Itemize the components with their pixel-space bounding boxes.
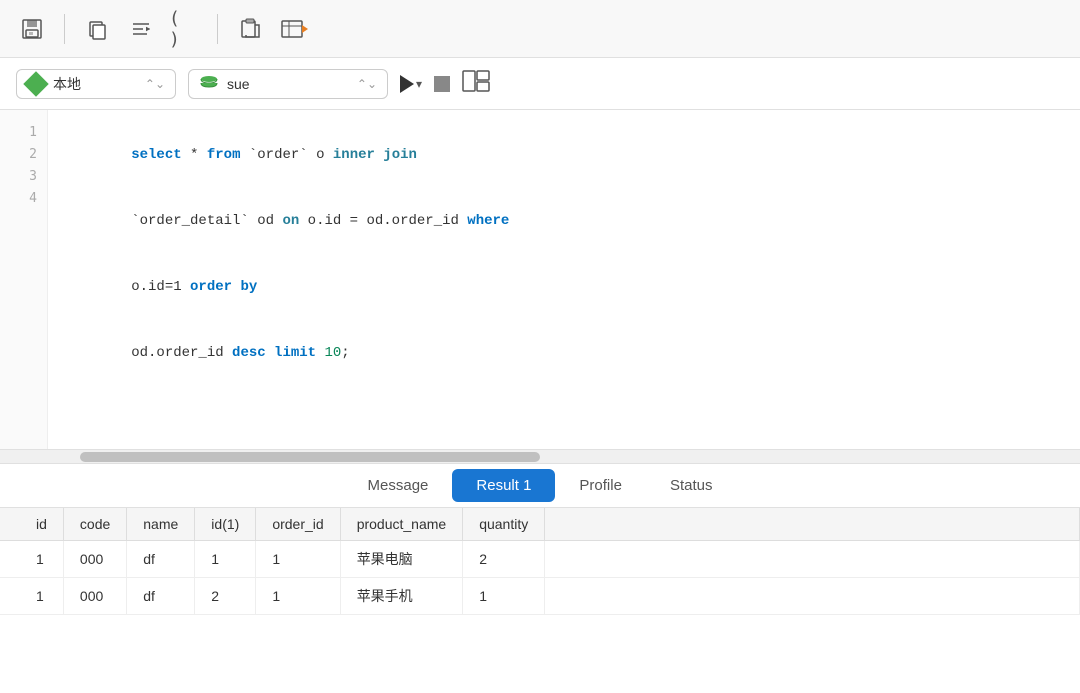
col-header-order-id: order_id bbox=[256, 508, 340, 541]
tab-message[interactable]: Message bbox=[344, 469, 453, 502]
cell-name: df bbox=[127, 541, 195, 578]
cell-order-id: 1 bbox=[256, 578, 340, 615]
col-header-name: name bbox=[127, 508, 195, 541]
results-table: id code name id(1) order_id product_name… bbox=[0, 508, 1080, 615]
copy-sql-icon[interactable] bbox=[81, 13, 113, 45]
cell-code: 000 bbox=[63, 541, 126, 578]
tab-status[interactable]: Status bbox=[646, 469, 737, 502]
paste-icon[interactable] bbox=[234, 13, 266, 45]
table-header-row: id code name id(1) order_id product_name… bbox=[0, 508, 1080, 541]
cell-order-id: 1 bbox=[256, 541, 340, 578]
editor-area: 1 2 3 4 select * from `order` o inner jo… bbox=[0, 110, 1080, 463]
sql-editor[interactable]: select * from `order` o inner join `orde… bbox=[48, 110, 1080, 449]
cell-name: df bbox=[127, 578, 195, 615]
cell-quantity: 1 bbox=[463, 578, 545, 615]
code-line-1: select * from `order` o inner join bbox=[64, 122, 1064, 188]
db-arrow-icon: ⌃⌄ bbox=[357, 77, 377, 91]
col-header-extra bbox=[545, 508, 1080, 541]
grid-execute-icon[interactable] bbox=[278, 13, 310, 45]
data-table-wrap: id code name id(1) order_id product_name… bbox=[0, 508, 1080, 693]
table-row: 1 000 df 1 1 苹果电脑 2 bbox=[0, 541, 1080, 578]
col-header-quantity: quantity bbox=[463, 508, 545, 541]
results-tabs: Message Result 1 Profile Status bbox=[0, 464, 1080, 508]
line-number-2: 2 bbox=[29, 144, 37, 166]
format-icon[interactable] bbox=[125, 13, 157, 45]
toolbar: ( ) bbox=[0, 0, 1080, 58]
tab-result1[interactable]: Result 1 bbox=[452, 469, 555, 502]
line-number-4: 4 bbox=[29, 188, 37, 210]
cell-id1: 1 bbox=[195, 541, 256, 578]
local-label: 本地 bbox=[53, 74, 137, 94]
cell-id: 1 bbox=[0, 541, 63, 578]
editor-scrollbar[interactable] bbox=[0, 449, 1080, 463]
table-row: 1 000 df 2 1 苹果手机 1 bbox=[0, 578, 1080, 615]
code-line-3: o.id=1 order by bbox=[64, 254, 1064, 320]
cell-extra bbox=[545, 578, 1080, 615]
results-panel: Message Result 1 Profile Status id code … bbox=[0, 463, 1080, 693]
cell-id: 1 bbox=[0, 578, 63, 615]
code-line-2: `order_detail` od on o.id = od.order_id … bbox=[64, 188, 1064, 254]
cell-extra bbox=[545, 541, 1080, 578]
run-button[interactable]: ▾ bbox=[400, 75, 422, 93]
cell-quantity: 2 bbox=[463, 541, 545, 578]
line-number-1: 1 bbox=[29, 122, 37, 144]
line-number-3: 3 bbox=[29, 166, 37, 188]
local-arrow-icon: ⌃⌄ bbox=[145, 77, 165, 91]
code-line-4: od.order_id desc limit 10; bbox=[64, 320, 1064, 386]
col-header-id: id bbox=[0, 508, 63, 541]
col-header-id1: id(1) bbox=[195, 508, 256, 541]
split-view-button[interactable] bbox=[462, 70, 490, 98]
parentheses-icon[interactable]: ( ) bbox=[169, 13, 201, 45]
stop-button[interactable] bbox=[434, 76, 450, 92]
run-dropdown-icon: ▾ bbox=[416, 77, 422, 91]
local-connection-select[interactable]: 本地 ⌃⌄ bbox=[16, 69, 176, 99]
save-icon[interactable] bbox=[16, 13, 48, 45]
tab-profile[interactable]: Profile bbox=[555, 469, 646, 502]
cell-id1: 2 bbox=[195, 578, 256, 615]
cell-code: 000 bbox=[63, 578, 126, 615]
db-label: sue bbox=[227, 76, 349, 92]
cell-product-name: 苹果手机 bbox=[340, 578, 463, 615]
connection-bar: 本地 ⌃⌄ sue ⌃⌄ ▾ bbox=[0, 58, 1080, 110]
divider-1 bbox=[64, 14, 65, 44]
line-numbers: 1 2 3 4 bbox=[0, 110, 48, 449]
scrollbar-thumb[interactable] bbox=[80, 452, 540, 462]
col-header-product-name: product_name bbox=[340, 508, 463, 541]
divider-2 bbox=[217, 14, 218, 44]
col-header-code: code bbox=[63, 508, 126, 541]
cell-product-name: 苹果电脑 bbox=[340, 541, 463, 578]
editor-content: 1 2 3 4 select * from `order` o inner jo… bbox=[0, 110, 1080, 449]
db-connection-select[interactable]: sue ⌃⌄ bbox=[188, 69, 388, 99]
